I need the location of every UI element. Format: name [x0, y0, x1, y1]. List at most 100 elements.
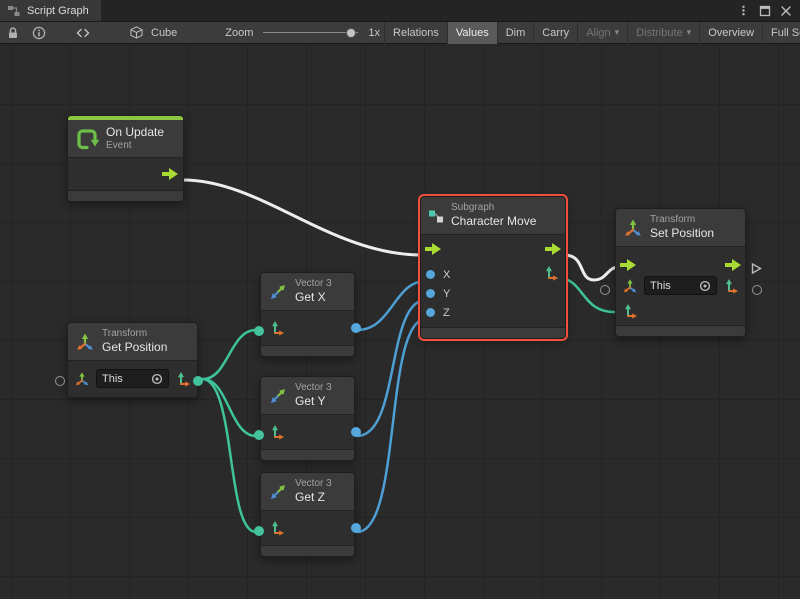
info-icon[interactable]	[26, 22, 52, 44]
toolbar-button-dim[interactable]: Dim	[497, 22, 534, 44]
node-character-move[interactable]: Subgraph Character Move X Y	[420, 196, 566, 339]
wire-getposition-to-getz[interactable]	[203, 379, 256, 532]
node-get-z[interactable]: Vector 3 Get Z	[260, 472, 355, 557]
target-name: Cube	[147, 27, 181, 39]
node-header: Vector 3 Get X	[261, 273, 354, 311]
node-title: Get Position	[102, 340, 167, 355]
flow-input-port[interactable]	[425, 243, 441, 255]
this-field[interactable]: This	[644, 276, 717, 295]
node-header: Vector 3 Get Z	[261, 473, 354, 511]
flow-output-port[interactable]	[545, 243, 561, 255]
window-tab-bar: Script Graph	[0, 0, 800, 22]
cube-icon	[130, 26, 143, 39]
position-input-port[interactable]	[622, 303, 638, 319]
tab-title: Script Graph	[27, 5, 89, 17]
vector3-icon	[268, 482, 288, 502]
node-footer	[261, 345, 354, 356]
vector3-icon	[268, 386, 288, 406]
node-title: Character Move	[451, 214, 536, 229]
toolbar-button-distribute[interactable]: Distribute	[627, 22, 699, 44]
node-category: Subgraph	[451, 202, 536, 214]
toolbar-button-carry[interactable]: Carry	[533, 22, 577, 44]
code-icon[interactable]	[70, 22, 96, 44]
zoom-slider[interactable]	[263, 27, 358, 39]
z-input-port[interactable]	[426, 308, 435, 317]
transform-icon	[75, 332, 95, 352]
vector3-icon	[175, 371, 191, 387]
script-graph-icon	[7, 4, 21, 18]
node-footer	[421, 327, 565, 338]
vector3-icon	[269, 424, 285, 440]
this-field[interactable]: This	[96, 369, 169, 388]
zoom-control: Zoom 1x	[221, 27, 384, 39]
wire-gety-to-y[interactable]	[357, 300, 426, 436]
y-output-port[interactable]	[351, 427, 361, 437]
toolbar-button-align[interactable]: Align	[577, 22, 627, 44]
input-row-z: Z	[421, 303, 565, 322]
node-header: Subgraph Character Move	[421, 197, 565, 235]
z-output-port[interactable]	[351, 523, 361, 533]
wire-flow-charactermove-to-setposition[interactable]	[564, 255, 619, 280]
zoom-label: Zoom	[221, 27, 257, 39]
node-get-position[interactable]: Transform Get Position This	[67, 322, 198, 398]
toolbar-button-fullscreen[interactable]: Full Screen	[762, 22, 800, 44]
zoom-value: 1x	[364, 27, 384, 39]
node-get-y[interactable]: Vector 3 Get Y	[260, 376, 355, 461]
wire-vector-charactermove-to-setposition[interactable]	[560, 278, 614, 312]
wire-getposition-to-gety[interactable]	[203, 379, 256, 436]
lock-icon[interactable]	[0, 22, 26, 44]
node-on-update[interactable]: On Update Event	[67, 115, 184, 202]
wire-getz-to-z[interactable]	[357, 319, 426, 532]
toolbar-button-values[interactable]: Values	[447, 22, 497, 44]
node-header: Transform Get Position	[68, 323, 197, 361]
x-output-port[interactable]	[351, 323, 361, 333]
x-input-port[interactable]	[426, 270, 435, 279]
node-footer	[261, 449, 354, 460]
tab-script-graph[interactable]: Script Graph	[0, 0, 101, 21]
target-picker-icon[interactable]	[699, 280, 711, 292]
node-get-x[interactable]: Vector 3 Get X	[260, 272, 355, 357]
graph-target[interactable]: Cube	[130, 26, 181, 39]
value-output-port[interactable]	[752, 285, 762, 295]
wire-flow-onupdate-to-charactermove[interactable]	[183, 180, 422, 255]
transform-icon	[623, 218, 643, 238]
zoom-slider-knob[interactable]	[346, 28, 356, 38]
port-label: X	[443, 269, 450, 281]
node-category: Transform	[102, 328, 167, 340]
kebab-menu-icon[interactable]	[737, 4, 750, 17]
script-graph-window: Script Graph Cube Zoom 1x Relations Valu…	[0, 0, 800, 599]
wire-getposition-to-getx[interactable]	[203, 330, 256, 379]
target-picker-icon[interactable]	[151, 373, 163, 385]
toolbar-button-relations[interactable]: Relations	[384, 22, 447, 44]
graph-canvas[interactable]: On Update Event Transform Get Position	[0, 44, 800, 599]
vector3-icon	[723, 278, 739, 294]
vector3-icon	[269, 320, 285, 336]
node-category: Vector 3	[295, 278, 332, 290]
node-set-position[interactable]: Transform Set Position This	[615, 208, 746, 337]
subgraph-icon	[428, 208, 444, 224]
flow-output-port[interactable]	[162, 168, 178, 180]
node-header: Vector 3 Get Y	[261, 377, 354, 415]
flow-output-port[interactable]	[725, 259, 741, 271]
node-footer	[616, 325, 745, 336]
toolbar-button-overview[interactable]: Overview	[699, 22, 762, 44]
vector3-output-port[interactable]	[543, 265, 559, 281]
vector3-icon	[269, 520, 285, 536]
node-category: Vector 3	[295, 478, 332, 490]
wire-getx-to-x[interactable]	[357, 281, 426, 330]
target-input-port[interactable]	[55, 376, 65, 386]
node-title: On Update	[106, 125, 164, 140]
node-subtitle: Event	[106, 140, 164, 152]
vector3-icon	[268, 282, 288, 302]
target-input-port[interactable]	[600, 285, 610, 295]
node-title: Get Z	[295, 490, 332, 505]
flow-continuation-port[interactable]	[750, 262, 763, 275]
maximize-icon[interactable]	[759, 5, 771, 17]
port-label: Y	[443, 288, 450, 300]
node-title: Set Position	[650, 226, 714, 241]
close-icon[interactable]	[780, 5, 792, 17]
flow-input-port[interactable]	[620, 259, 636, 271]
node-header: On Update Event	[68, 120, 183, 158]
toolbar-buttons: Relations Values Dim Carry Align Distrib…	[384, 22, 800, 44]
y-input-port[interactable]	[426, 289, 435, 298]
